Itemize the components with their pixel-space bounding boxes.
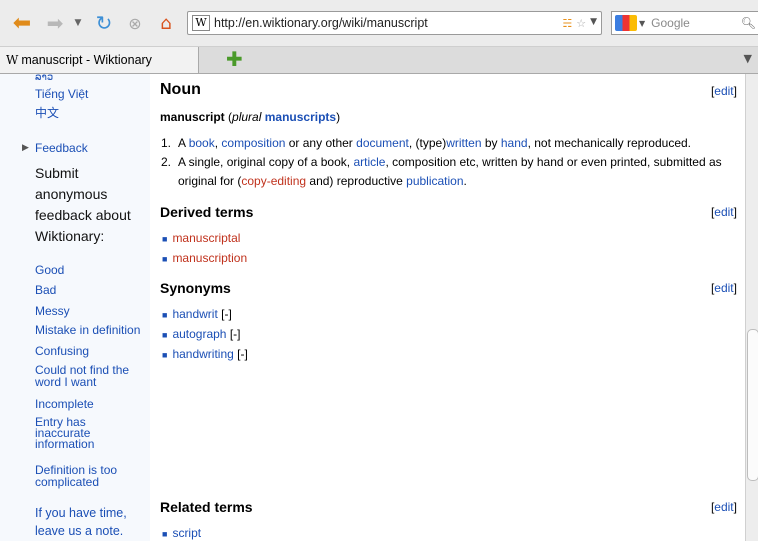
address-bar[interactable]: W http://en.wiktionary.org/wiki/manuscri… xyxy=(187,11,602,35)
feedback-option-messy[interactable]: Messy xyxy=(35,305,70,317)
feedback-option-incomplete[interactable]: Incomplete xyxy=(35,398,94,410)
forward-arrow-icon[interactable]: ➡ xyxy=(42,11,68,35)
history-dropdown-icon[interactable]: ▼ xyxy=(72,12,84,34)
noun-heading: Noun xyxy=(160,81,201,98)
new-tab-plus-icon[interactable]: ✚ xyxy=(226,49,244,69)
edit-link-label[interactable]: edit xyxy=(714,84,733,98)
rss-icon[interactable]: ☵ xyxy=(562,17,572,30)
list-item: ■ handwriting [-] xyxy=(162,347,248,361)
site-favicon-icon: W xyxy=(192,15,210,31)
definition-link[interactable]: hand xyxy=(501,136,528,150)
scrollbar-thumb[interactable] xyxy=(747,329,758,481)
synonym-toggle[interactable]: [-] xyxy=(237,347,248,361)
definition-link[interactable]: composition xyxy=(221,136,285,150)
synonym-toggle[interactable]: [-] xyxy=(221,307,232,321)
derived-term-link[interactable]: manuscriptal xyxy=(172,231,240,245)
definition-link[interactable]: book xyxy=(189,136,215,150)
list-item: ■ handwrit [-] xyxy=(162,307,232,321)
definition-link[interactable]: publication xyxy=(406,174,463,188)
definition-text: by xyxy=(481,136,501,150)
google-engine-icon[interactable] xyxy=(615,15,637,31)
feedback-prompt: Submit anonymous feedback about Wiktiona… xyxy=(35,165,131,244)
edit-link-derived[interactable]: [edit] xyxy=(711,205,737,219)
definitions-list: 1. A book, composition or any other docu… xyxy=(161,134,743,191)
tab-favicon-icon: W xyxy=(6,53,19,67)
definition-link[interactable]: copy-editing xyxy=(241,174,306,188)
feedback-option-inaccurate[interactable]: Entry has inaccurate information xyxy=(35,416,105,450)
feedback-option-good[interactable]: Good xyxy=(35,264,64,276)
tab-list-dropdown-icon[interactable]: ▼ xyxy=(744,52,752,65)
synonym-toggle[interactable]: [-] xyxy=(230,327,241,341)
expand-triangle-icon[interactable]: ▶ xyxy=(22,142,29,153)
lang-link-vietnamese[interactable]: Tiếng Việt xyxy=(35,88,88,100)
feedback-link[interactable]: Feedback xyxy=(35,142,88,154)
headword-line: manuscript (plural manuscripts) xyxy=(160,110,341,124)
article-content: Noun [edit] manuscript (plural manuscrip… xyxy=(150,74,745,541)
reload-icon[interactable]: ↻ xyxy=(92,11,116,35)
derived-term-link[interactable]: manuscription xyxy=(172,251,247,265)
back-arrow-icon[interactable]: ⬅ xyxy=(8,11,36,36)
list-item: ■ manuscriptal xyxy=(162,231,241,245)
feedback-option-complicated[interactable]: Definition is too complicated xyxy=(35,464,130,488)
feedback-option-bad[interactable]: Bad xyxy=(35,284,56,296)
definition-text: , (type) xyxy=(408,136,447,150)
search-placeholder: Google xyxy=(651,16,690,30)
definition-text: . xyxy=(463,174,467,188)
definition-2: 2. A single, original copy of a book, ar… xyxy=(161,155,722,188)
stop-icon[interactable]: ⊗ xyxy=(124,12,146,34)
url-text[interactable]: http://en.wiktionary.org/wiki/manuscript xyxy=(214,16,562,30)
related-terms-heading: Related terms xyxy=(160,499,253,515)
list-item: ■ manuscription xyxy=(162,251,248,265)
browser-toolbar: ⬅ ➡ ▼ ↻ ⊗ ⌂ W http://en.wiktionary.org/w… xyxy=(0,0,758,47)
star-icon[interactable]: ☆ xyxy=(576,17,586,30)
headword: manuscript xyxy=(160,110,225,124)
edit-link-noun[interactable]: [edit] xyxy=(711,84,737,98)
lang-link-lao[interactable]: ລາວ xyxy=(35,72,53,84)
search-magnifier-icon[interactable]: 🔍︎ xyxy=(741,16,756,30)
feedback-option-confusing[interactable]: Confusing xyxy=(35,345,89,357)
leave-note-link[interactable]: If you have time, leave us a note. xyxy=(35,504,130,540)
vertical-scrollbar[interactable] xyxy=(745,74,758,541)
feedback-option-not-found[interactable]: Could not find the word I want xyxy=(35,364,140,388)
definition-text: , not mechanically reproduced. xyxy=(527,136,692,150)
list-item: ■ autograph [-] xyxy=(162,327,241,341)
plural-label: plural xyxy=(232,110,262,124)
engine-dropdown-icon[interactable]: ▼ xyxy=(639,19,645,28)
definition-text: or any other xyxy=(285,136,357,150)
sidebar: ລາວ Tiếng Việt 中文 ▶ Feedback Submit anon… xyxy=(0,72,150,541)
related-term-link[interactable]: script xyxy=(172,526,201,540)
definition-text: A single, original copy of a book, xyxy=(178,155,354,169)
definition-link[interactable]: written xyxy=(446,136,481,150)
url-dropdown-icon[interactable]: ▼ xyxy=(590,17,597,30)
synonym-link[interactable]: handwriting xyxy=(172,347,233,361)
definition-1: 1. A book, composition or any other docu… xyxy=(161,136,692,150)
lang-link-chinese[interactable]: 中文 xyxy=(35,107,59,119)
definition-text: A xyxy=(178,136,189,150)
derived-terms-heading: Derived terms xyxy=(160,204,254,220)
synonym-link[interactable]: autograph xyxy=(172,327,226,341)
edit-link-synonyms[interactable]: [edit] xyxy=(711,281,737,295)
plural-form-link[interactable]: manuscripts xyxy=(265,110,336,124)
tab-title: manuscript - Wiktionary xyxy=(21,53,152,67)
tab-bar: W manuscript - Wiktionary ✚ ▼ xyxy=(0,47,758,74)
tab-active[interactable]: W manuscript - Wiktionary xyxy=(0,47,199,73)
feedback-option-mistake[interactable]: Mistake in definition xyxy=(35,324,140,336)
home-icon[interactable]: ⌂ xyxy=(154,12,178,34)
definition-link[interactable]: document xyxy=(356,136,409,150)
edit-link-related[interactable]: [edit] xyxy=(711,500,737,514)
search-box[interactable]: ▼ Google 🔍︎ xyxy=(611,11,758,35)
synonym-link[interactable]: handwrit xyxy=(172,307,217,321)
definition-link[interactable]: article xyxy=(353,155,385,169)
list-item: ■ script xyxy=(162,526,202,540)
definition-text: and) reproductive xyxy=(306,174,407,188)
synonyms-heading: Synonyms xyxy=(160,280,231,296)
